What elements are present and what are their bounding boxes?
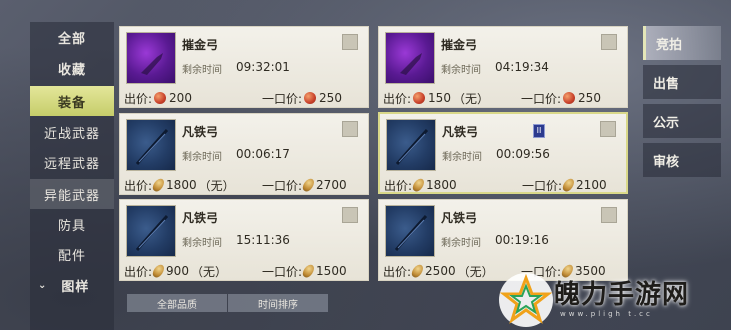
timer-label: 剩余时间 [441, 65, 481, 76]
favorite-checkbox[interactable] [600, 121, 616, 137]
sidebar-item-armor[interactable]: 防具 [30, 209, 114, 239]
item-name: 摧金弓 [182, 38, 219, 52]
tab-sell[interactable]: 出售 [643, 65, 721, 99]
item-name: 凡铁弓 [182, 211, 219, 225]
remaining-time: 09:32:01 [236, 60, 290, 74]
gold-coin-icon [150, 176, 167, 194]
time-sort-button[interactable]: 时间排序 [228, 294, 328, 312]
remaining-time: 15:11:36 [236, 233, 290, 247]
listing-card[interactable]: 凡铁弓 剩余时间 00:06:17 出价: 1800 （无） 一口价: 2700 [119, 113, 369, 195]
sidebar-item-all[interactable]: 全部 [30, 22, 114, 52]
item-thumbnail [126, 119, 176, 171]
favorite-checkbox[interactable] [342, 207, 358, 223]
sidebar-item-ranged-weapons[interactable]: 远程武器 [30, 147, 114, 177]
chevron-down-icon: ⌄ [38, 279, 48, 291]
bid-price: 出价: 1800 （无） [124, 176, 235, 194]
watermark-text: 魄力手游网 [554, 280, 690, 310]
favorite-checkbox[interactable] [342, 121, 358, 137]
listing-card[interactable]: 摧金弓 剩余时间 04:19:34 出价: 150 （无） 一口价: 250 [378, 26, 628, 108]
bid-price: 出价: 200 [124, 91, 192, 106]
remaining-time: 04:19:34 [495, 60, 549, 74]
timer-label: 剩余时间 [442, 152, 482, 163]
favorite-checkbox[interactable] [601, 34, 617, 50]
gold-coin-icon [560, 176, 577, 194]
category-sidebar: 全部 收藏 装备 近战武器 远程武器 异能武器 防具 配件 ⌄ 图样 [30, 22, 114, 330]
sidebar-item-favorites[interactable]: 收藏 [30, 53, 114, 83]
sidebar-item-melee-weapons[interactable]: 近战武器 [30, 117, 114, 147]
tab-public-notice[interactable]: 公示 [643, 104, 721, 138]
remaining-time: 00:19:16 [495, 233, 549, 247]
sidebar-group-blueprints[interactable]: ⌄ 图样 [30, 270, 114, 300]
star-logo-icon [499, 273, 553, 327]
listing-card[interactable]: 摧金弓 剩余时间 09:32:01 出价: 200 一口价: 250 [119, 26, 369, 108]
remaining-time: 00:06:17 [236, 147, 290, 161]
item-thumbnail [126, 205, 176, 257]
item-name: 摧金弓 [441, 38, 478, 52]
buyout-price: 一口价: 250 [521, 91, 601, 106]
red-coin-icon [413, 92, 426, 104]
gold-coin-icon [409, 262, 426, 280]
timer-label: 剩余时间 [441, 238, 481, 249]
tier-badge: II [533, 124, 545, 138]
red-coin-icon [154, 92, 167, 104]
bid-price: 出价: 2500 （无） [383, 262, 494, 280]
item-name: 凡铁弓 [441, 211, 478, 225]
item-name: 凡铁弓 [442, 125, 479, 139]
favorite-checkbox[interactable] [601, 207, 617, 223]
gold-coin-icon [410, 176, 427, 194]
timer-label: 剩余时间 [182, 65, 222, 76]
remaining-time: 00:09:56 [496, 147, 550, 161]
buyout-price: 一口价: 250 [262, 91, 342, 106]
item-thumbnail [126, 32, 176, 84]
buyout-price: 一口价: 2700 [262, 176, 347, 194]
favorite-checkbox[interactable] [342, 34, 358, 50]
listing-card[interactable]: 凡铁弓 剩余时间 15:11:36 出价: 900 （无） 一口价: 1500 [119, 199, 369, 281]
red-coin-icon [304, 92, 317, 104]
tab-review[interactable]: 审核 [643, 143, 721, 177]
listing-card-selected[interactable]: 凡铁弓 II 剩余时间 00:09:56 出价: 1800 一口价: 2100 [378, 112, 628, 194]
item-name: 凡铁弓 [182, 125, 219, 139]
red-coin-icon [563, 92, 576, 104]
watermark-url: www.pligh t.cc [560, 310, 653, 318]
site-watermark: 魄力手游网 www.pligh t.cc [498, 266, 731, 330]
gold-coin-icon [300, 262, 317, 280]
item-thumbnail [385, 32, 435, 84]
timer-label: 剩余时间 [182, 238, 222, 249]
timer-label: 剩余时间 [182, 152, 222, 163]
sidebar-item-accessories[interactable]: 配件 [30, 239, 114, 269]
gold-coin-icon [150, 262, 167, 280]
buyout-price: 一口价: 1500 [262, 262, 347, 280]
bid-price: 出价: 1800 [384, 176, 457, 194]
item-thumbnail [385, 205, 435, 257]
quality-filter-button[interactable]: 全部品质 [127, 294, 227, 312]
bid-price: 出价: 900 （无） [124, 262, 227, 280]
tab-auction[interactable]: 竞拍 [643, 26, 721, 60]
buyout-price: 一口价: 2100 [522, 176, 607, 194]
sidebar-item-psionic-weapons[interactable]: 异能武器 [30, 179, 114, 209]
bid-price: 出价: 150 （无） [383, 91, 489, 106]
gold-coin-icon [300, 176, 317, 194]
item-thumbnail [386, 119, 436, 171]
sidebar-item-equipment[interactable]: 装备 [30, 86, 114, 116]
